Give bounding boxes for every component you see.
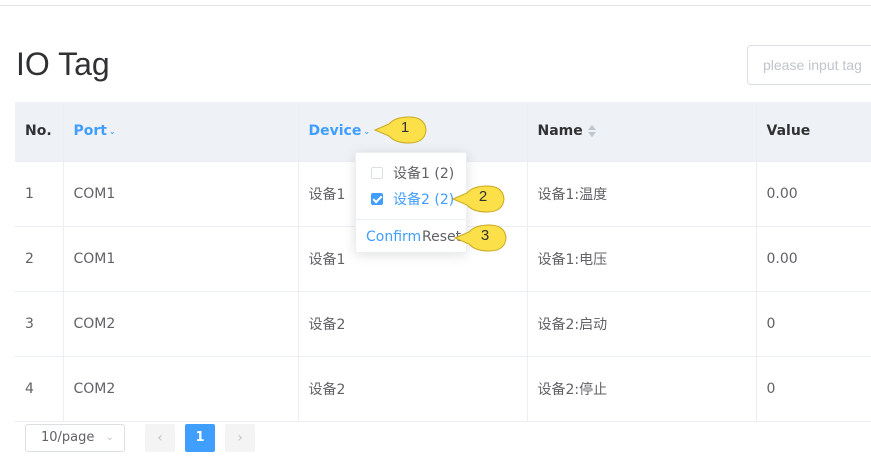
column-label-no: No. [25, 123, 52, 140]
cell-no: 1 [15, 161, 64, 227]
column-label-device: Device [308, 123, 362, 140]
cell-value: 0.00 [756, 226, 871, 292]
sort-icon[interactable] [587, 124, 597, 138]
cell-name: 设备2:启动 [527, 291, 757, 357]
prev-page-button[interactable]: ‹ [145, 424, 175, 452]
filter-option-device1[interactable]: 设备1 (2) [371, 163, 454, 183]
callout-number: 1 [400, 119, 410, 136]
cell-no: 3 [15, 291, 64, 357]
callout-2: 2 [451, 184, 511, 214]
page-size-select[interactable]: 10/page ⌄ [25, 424, 125, 452]
filter-checkbox-device2[interactable] [371, 193, 383, 205]
callout-number: 2 [478, 188, 488, 205]
cell-device: 设备2 [298, 356, 528, 422]
cell-port: COM1 [63, 161, 299, 227]
popover-divider [356, 219, 466, 220]
pagination: 10/page ⌄ ‹ 1 › [0, 424, 871, 458]
cell-port: COM1 [63, 226, 299, 292]
filter-checkbox-device1[interactable] [371, 167, 383, 179]
page-title: IO Tag [16, 46, 110, 82]
cell-name: 设备2:停止 [527, 356, 757, 422]
table-row[interactable]: 3 COM2 设备2 设备2:启动 0 [15, 291, 871, 357]
filter-option-device2[interactable]: 设备2 (2) [371, 189, 454, 209]
page-size-value: 10/page [41, 430, 95, 445]
top-divider [0, 5, 871, 6]
column-header-port[interactable]: Port ⌄ [63, 102, 299, 162]
cell-name: 设备1:温度 [527, 161, 757, 227]
callout-3: 3 [453, 223, 513, 253]
column-header-no: No. [15, 102, 64, 162]
column-label-port: Port [73, 123, 107, 140]
cell-name: 设备1:电压 [527, 226, 757, 292]
column-label-name: Name [537, 123, 583, 140]
filter-confirm-button[interactable]: Confirm [366, 229, 421, 245]
column-header-value: Value [756, 102, 871, 162]
cell-port: COM2 [63, 356, 299, 422]
filter-caret-icon[interactable]: ⌄ [109, 127, 116, 136]
filter-option-label: 设备2 (2) [393, 192, 455, 208]
cell-value: 0 [756, 356, 871, 422]
cell-port: COM2 [63, 291, 299, 357]
chevron-left-icon: ‹ [157, 430, 163, 446]
cell-no: 4 [15, 356, 64, 422]
column-label-value: Value [766, 123, 811, 140]
cell-value: 0 [756, 291, 871, 357]
callout-1: 1 [373, 115, 433, 145]
filter-caret-icon[interactable]: ⌄ [363, 127, 370, 136]
table-row[interactable]: 4 COM2 设备2 设备2:停止 0 [15, 356, 871, 422]
page-number-button[interactable]: 1 [185, 424, 215, 452]
search-input[interactable] [747, 45, 871, 85]
chevron-right-icon: › [237, 430, 243, 446]
cell-device: 设备2 [298, 291, 528, 357]
cell-no: 2 [15, 226, 64, 292]
next-page-button[interactable]: › [225, 424, 255, 452]
filter-option-label: 设备1 (2) [393, 166, 455, 182]
callout-number: 3 [480, 227, 490, 244]
cell-value: 0.00 [756, 161, 871, 227]
column-header-name[interactable]: Name [527, 102, 757, 162]
chevron-down-icon: ⌄ [105, 432, 114, 443]
io-tag-table: No. Port ⌄ Device ⌄ Name Value 1 COM1 设备1 … [15, 102, 871, 422]
